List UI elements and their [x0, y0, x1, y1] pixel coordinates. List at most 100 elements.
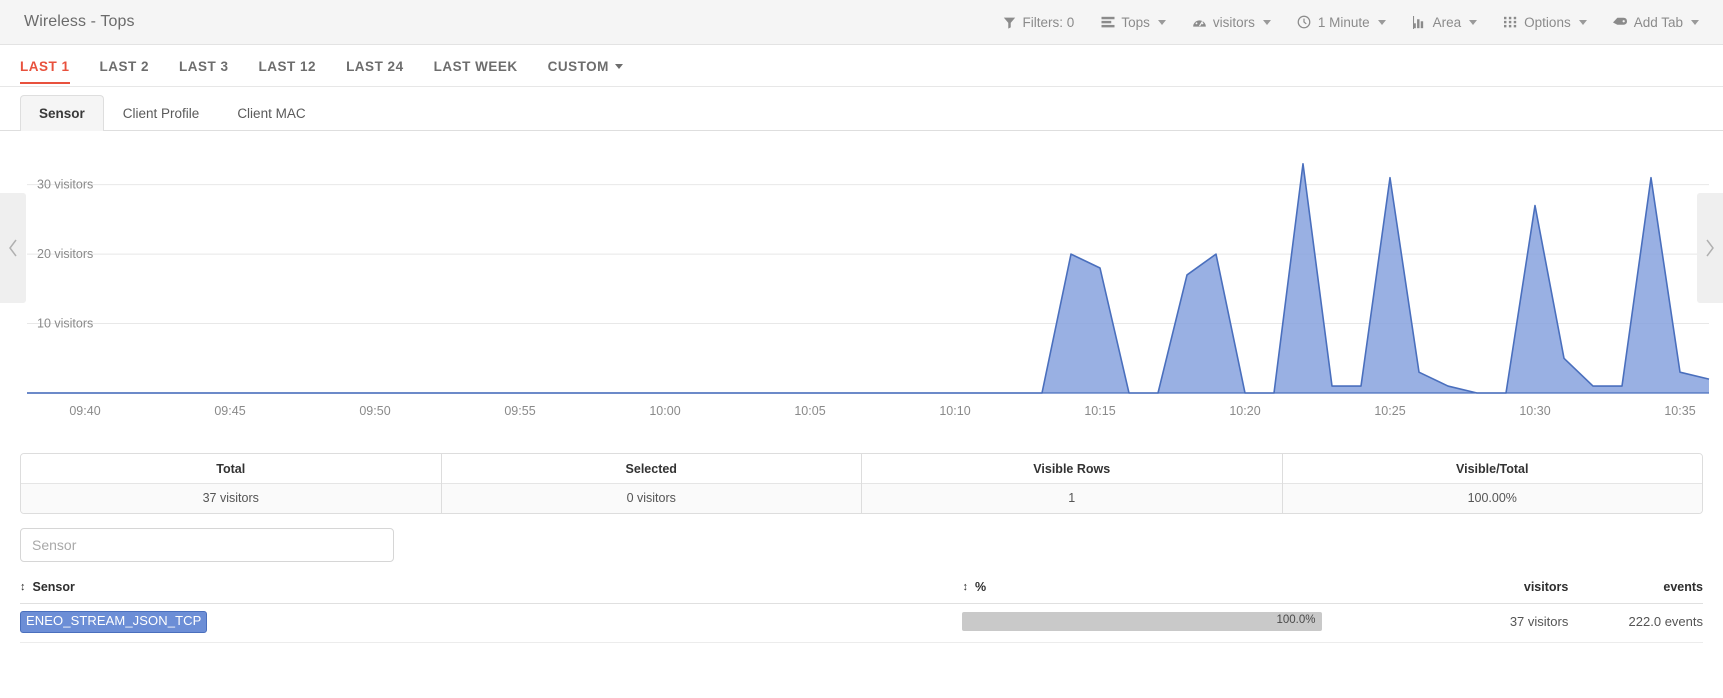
toolbar-add-tab-label: Add Tab	[1633, 14, 1683, 30]
chevron-down-icon	[1469, 19, 1478, 25]
sensor-table-container: ↕ Sensor ↕% visitors events ENEO_STREAM_J…	[0, 562, 1723, 643]
page-title: Wireless - Tops	[24, 13, 135, 30]
toolbar-add-tab[interactable]: Add Tab	[1613, 15, 1699, 30]
summary-cell-total: Total 37 visitors	[21, 454, 442, 513]
toolbar-tops[interactable]: Tops	[1100, 15, 1166, 30]
table-row[interactable]: ENEO_STREAM_JSON_TCP 100.0% 37 visitors …	[20, 603, 1703, 643]
toolbar-options[interactable]: Options	[1503, 15, 1587, 30]
range-tab-last-24[interactable]: LAST 24	[346, 48, 404, 84]
y-axis-tick-label: 10 visitors	[37, 317, 93, 331]
range-tab-last-2[interactable]: LAST 2	[100, 48, 150, 84]
summary-value: 1	[862, 483, 1282, 513]
toolbar-options-label: Options	[1524, 14, 1571, 30]
x-axis-tick-label: 10:05	[794, 404, 825, 418]
summary-header: Visible Rows	[862, 454, 1282, 483]
y-axis-tick-label: 20 visitors	[37, 247, 93, 261]
range-tab-last-3[interactable]: LAST 3	[179, 48, 229, 84]
range-tab-label: LAST 24	[346, 58, 404, 74]
sensor-tag[interactable]: ENEO_STREAM_JSON_TCP	[20, 611, 208, 633]
chart-canvas[interactable]: 30 visitors 20 visitors 10 visitors 09:40 09…	[0, 131, 1723, 441]
sort-icon[interactable]: ↕	[962, 582, 968, 593]
table-head: ↕ Sensor ↕% visitors events	[20, 580, 1703, 604]
summary-value: 100.00%	[1282, 483, 1702, 513]
summary-stats: Total 37 visitors Selected 0 visitors Vi…	[20, 453, 1703, 514]
range-tab-label: LAST 3	[179, 58, 229, 74]
chevron-down-icon	[1157, 19, 1166, 25]
chart-prev-button[interactable]	[0, 193, 26, 303]
sensor-table: ↕ Sensor ↕% visitors events ENEO_STREAM_J…	[20, 580, 1703, 643]
cell-visitors: 37 visitors	[1433, 603, 1569, 643]
chart-area-fill	[27, 163, 1709, 393]
range-tab-label: LAST 1	[20, 58, 70, 74]
tab-client-profile[interactable]: Client Profile	[104, 95, 219, 131]
column-header-sensor[interactable]: ↕ Sensor	[20, 580, 963, 604]
chart-line	[27, 163, 1710, 394]
chevron-down-icon	[1377, 19, 1386, 25]
x-axis-tick-label: 10:25	[1374, 404, 1405, 418]
x-axis-tick-label: 09:45	[214, 404, 245, 418]
toolbar-charttype-label: Area	[1432, 14, 1462, 30]
tab-sensor[interactable]: Sensor	[20, 95, 104, 131]
x-axis-tick-label: 09:40	[69, 404, 100, 418]
gauge-icon	[1192, 15, 1207, 30]
x-axis-tick-label: 10:35	[1664, 404, 1695, 418]
tab-client-mac[interactable]: Client MAC	[218, 95, 324, 131]
column-header-sensor-label: Sensor	[32, 580, 75, 594]
chevron-down-icon	[1262, 19, 1271, 25]
range-tab-last-week[interactable]: LAST WEEK	[434, 48, 518, 84]
x-axis-tick-label: 10:10	[939, 404, 970, 418]
toolbar-metric[interactable]: visitors	[1192, 15, 1271, 30]
summary-value: 0 visitors	[441, 483, 861, 513]
column-header-events[interactable]: events	[1568, 580, 1703, 604]
column-header-visitors[interactable]: visitors	[1433, 580, 1569, 604]
range-tab-last-12[interactable]: LAST 12	[259, 48, 317, 84]
x-axis-tick-label: 10:15	[1084, 404, 1115, 418]
x-axis-tick-label: 09:55	[504, 404, 535, 418]
summary-header: Visible/Total	[1282, 454, 1702, 483]
table-header-row: ↕ Sensor ↕% visitors events	[20, 580, 1703, 604]
range-tab-label: LAST 12	[258, 58, 317, 74]
percent-label: 100.0%	[1276, 614, 1316, 627]
toolbar-interval[interactable]: 1 Minute	[1297, 15, 1386, 30]
chevron-down-icon	[1691, 19, 1699, 25]
app-header: Wireless - Tops Filters: 0 Tops visitors…	[0, 0, 1723, 45]
toolbar-interval-label: 1 Minute	[1317, 14, 1370, 30]
search-input[interactable]	[20, 528, 394, 562]
percent-bar: 100.0%	[962, 612, 1323, 632]
summary-cell-visible-total: Visible/Total 100.00%	[1282, 454, 1702, 513]
cell-events: 222.0 events	[1568, 603, 1703, 643]
column-header-percent-label: %	[974, 580, 987, 594]
grid-icon	[1503, 15, 1518, 30]
range-tab-custom[interactable]: CUSTOM	[548, 48, 623, 84]
visitors-area-chart[interactable]: 30 visitors 20 visitors 10 visitors 09:40 09…	[0, 131, 1723, 441]
toolbar-charttype[interactable]: Area	[1412, 15, 1478, 30]
x-axis-tick-label: 09:50	[359, 404, 390, 418]
range-tab-label: CUSTOM	[547, 58, 609, 74]
range-tab-label: LAST 2	[99, 58, 150, 74]
toolbar-filters[interactable]: Filters: 0	[1002, 14, 1075, 30]
chevron-down-icon	[1578, 19, 1587, 25]
summary-value: 37 visitors	[21, 483, 441, 513]
table-body: ENEO_STREAM_JSON_TCP 100.0% 37 visitors …	[20, 603, 1703, 643]
toolbar: Filters: 0 Tops visitors 1 Minute Area O…	[1002, 15, 1699, 30]
range-tab-label: LAST WEEK	[433, 58, 518, 74]
sort-icon[interactable]: ↕	[20, 582, 26, 593]
list-icon	[1100, 15, 1115, 30]
summary-cell-visible-rows: Visible Rows 1	[862, 454, 1283, 513]
toolbar-metric-label: visitors	[1212, 14, 1255, 30]
x-axis-tick-label: 10:00	[649, 404, 680, 418]
clock-icon	[1297, 15, 1312, 30]
summary-header: Total	[21, 454, 441, 483]
range-tab-last-1[interactable]: LAST 1	[20, 48, 70, 84]
tag-icon	[1613, 15, 1628, 30]
column-header-percent[interactable]: ↕%	[962, 580, 1434, 604]
summary-header: Selected	[441, 454, 861, 483]
summary-cell-selected: Selected 0 visitors	[441, 454, 862, 513]
y-axis-tick-label: 30 visitors	[37, 178, 93, 192]
search-row	[0, 514, 1723, 562]
chart-next-button[interactable]	[1697, 193, 1723, 303]
toolbar-tops-label: Tops	[1121, 14, 1150, 30]
bar-chart-icon	[1412, 15, 1427, 30]
chevron-down-icon	[614, 63, 623, 69]
toolbar-filters-label: Filters: 0	[1022, 14, 1075, 30]
